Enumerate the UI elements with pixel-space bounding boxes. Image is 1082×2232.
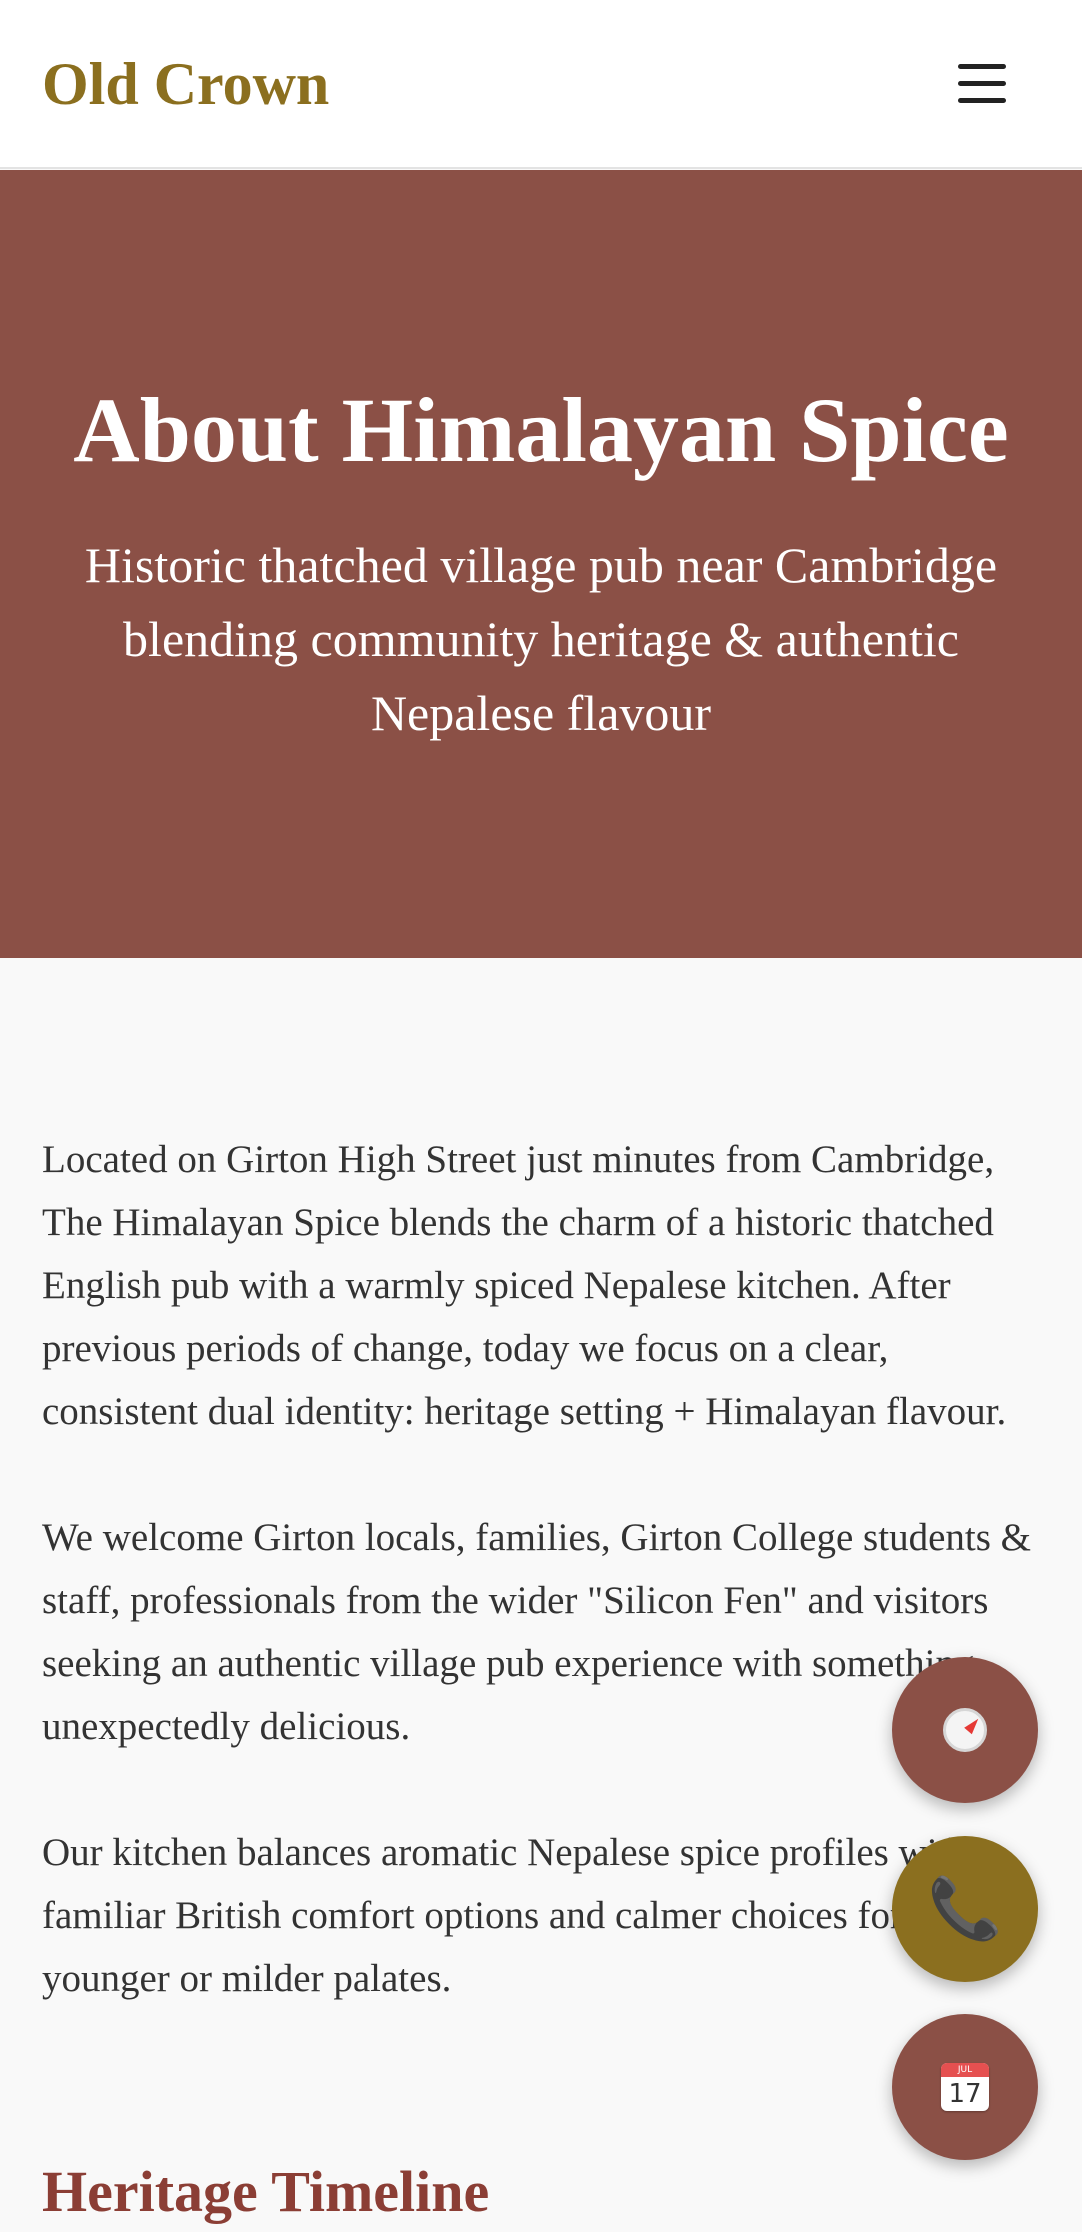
- calendar-month: JUL: [941, 2063, 989, 2077]
- site-header: Old Crown: [0, 0, 1082, 169]
- menu-bar: [958, 64, 1006, 69]
- page-title: About Himalayan Spice: [73, 379, 1009, 481]
- hamburger-menu-icon[interactable]: [952, 56, 1012, 112]
- menu-bar: [958, 81, 1006, 86]
- heritage-timeline-heading: Heritage Timeline: [42, 2159, 490, 2224]
- hero-banner: About Himalayan Spice Historic thatched …: [0, 170, 1082, 958]
- hero-subtitle: Historic thatched village pub near Cambr…: [84, 537, 998, 741]
- calendar-icon: JUL 17: [941, 2063, 989, 2111]
- book-table-button[interactable]: JUL 17: [892, 2014, 1038, 2160]
- call-button[interactable]: 📞: [892, 1836, 1038, 1982]
- site-logo[interactable]: Old Crown: [42, 44, 329, 124]
- about-content: Located on Girton High Street just minut…: [42, 1128, 1032, 2073]
- directions-button[interactable]: [892, 1657, 1038, 1803]
- phone-icon: 📞: [927, 1874, 1003, 1944]
- about-paragraph: Located on Girton High Street just minut…: [42, 1138, 1007, 1433]
- calendar-day: 17: [948, 2079, 982, 2109]
- compass-icon: [943, 1708, 987, 1752]
- about-paragraph: We welcome Girton locals, families, Girt…: [42, 1516, 1031, 1748]
- menu-bar: [958, 98, 1006, 103]
- about-paragraph: Our kitchen balances aromatic Nepalese s…: [42, 1831, 968, 2000]
